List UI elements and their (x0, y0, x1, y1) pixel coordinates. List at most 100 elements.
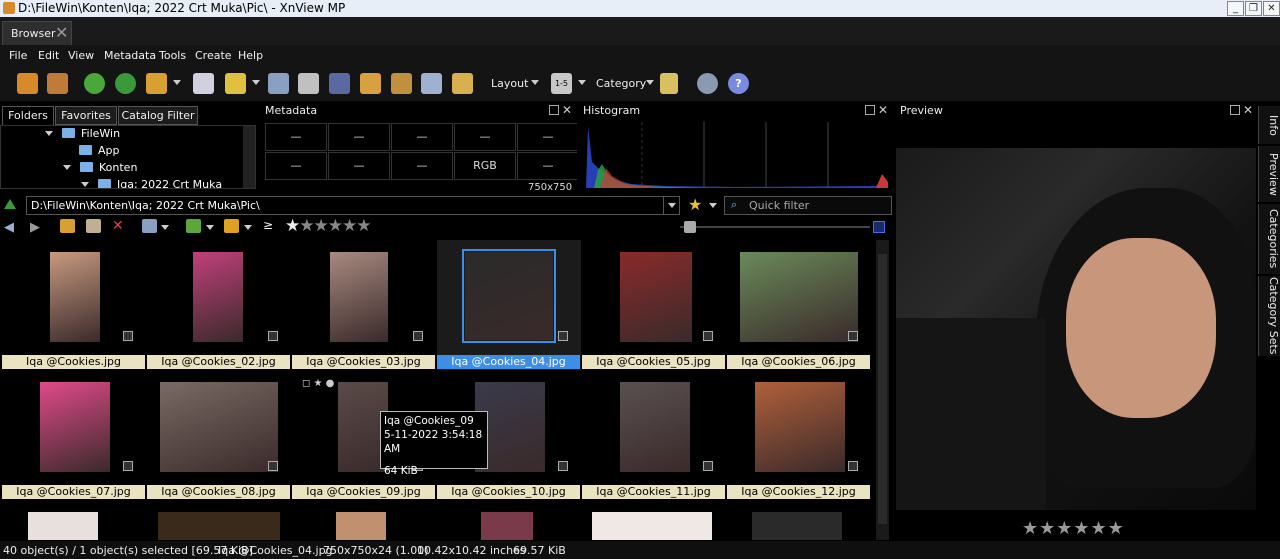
tag-icon[interactable] (146, 73, 167, 94)
folder-item[interactable]: Iqa; 2022 Crt Muka (81, 178, 222, 188)
sort-dropdown-icon[interactable] (206, 225, 214, 230)
move-icon[interactable] (360, 73, 381, 94)
go-up-icon[interactable] (4, 199, 16, 209)
menu-bar: File Edit View Metadata Tools Create Hel… (0, 45, 1280, 67)
tab-favorites[interactable]: Favorites (55, 106, 117, 125)
forward-icon[interactable]: ▶ (30, 220, 40, 235)
filter-dropdown-icon[interactable] (244, 225, 252, 230)
folder-item[interactable]: FileWin (45, 127, 120, 143)
layout-dropdown-icon[interactable] (531, 80, 539, 85)
folder-scrollbar[interactable] (243, 126, 255, 188)
edit-icon[interactable] (86, 219, 101, 233)
menu-help[interactable]: Help (238, 49, 263, 62)
thumbnail-item[interactable]: Iqa @Cookies_07.jpg (2, 370, 146, 500)
tooltip-name: Iqa @Cookies_09 (384, 415, 474, 427)
rotate-icon[interactable] (115, 73, 136, 94)
tab-browser[interactable]: Browser ✕ (2, 21, 72, 45)
thumbnail-hover-controls[interactable]: ◻ ★ ● (302, 378, 334, 389)
histogram-close-icon[interactable]: ✕ (878, 103, 888, 117)
pages-dropdown-icon[interactable] (578, 80, 586, 85)
thumbnail-item[interactable]: Iqa @Cookies_03.jpg (292, 240, 436, 370)
histogram-float-icon[interactable] (865, 105, 875, 115)
category-filter-icon[interactable] (660, 73, 678, 94)
zoom-slider-handle[interactable] (684, 221, 696, 233)
grid-scrollbar[interactable] (876, 240, 889, 540)
favorite-star-icon[interactable]: ★ (688, 195, 702, 214)
preview-image (896, 148, 1256, 510)
sort-icon[interactable] (186, 219, 201, 233)
fullscreen-icon[interactable] (47, 73, 68, 94)
menu-create[interactable]: Create (195, 49, 232, 62)
filter-icon[interactable] (224, 219, 239, 233)
thumbnail-item[interactable]: Iqa @Cookies_04.jpg (437, 240, 581, 370)
thumbnail-size-icon[interactable] (873, 221, 885, 233)
rating-gte-icon[interactable]: ≥ (263, 218, 273, 232)
scanner-icon[interactable] (329, 73, 350, 94)
layout-button[interactable]: Layout (491, 77, 528, 90)
convert-icon[interactable] (225, 73, 246, 94)
help-icon[interactable]: ? (728, 73, 749, 94)
category-dropdown-icon[interactable] (646, 80, 654, 85)
menu-edit[interactable]: Edit (38, 49, 59, 62)
metadata-close-icon[interactable]: ✕ (562, 103, 572, 117)
tag-dropdown-icon[interactable] (173, 80, 181, 85)
properties-icon[interactable] (193, 73, 214, 94)
metadata-float-icon[interactable] (549, 105, 559, 115)
open-folder-icon[interactable] (17, 73, 38, 94)
menu-metadata[interactable]: Metadata (104, 49, 156, 62)
new-folder-icon[interactable] (60, 219, 75, 233)
tab-folders[interactable]: Folders (2, 106, 54, 125)
thumbnail-item[interactable]: Iqa @Cookies_12.jpg (727, 370, 871, 500)
folder-item[interactable]: App (79, 144, 120, 160)
tab-catalog-filter[interactable]: Catalog Filter (118, 106, 198, 125)
minimize-button[interactable]: _ (1227, 1, 1244, 16)
thumbnail-item[interactable]: Iqa @Cookies_11.jpg (582, 370, 726, 500)
preview-float-icon[interactable] (1230, 105, 1240, 115)
back-icon[interactable]: ◀ (4, 220, 14, 235)
preview-rating[interactable]: ★★★★★★ (1022, 518, 1125, 539)
wallpaper-icon[interactable] (452, 73, 473, 94)
side-tab-preview[interactable]: Preview (1258, 146, 1280, 202)
view-mode-dropdown-icon[interactable] (161, 225, 169, 230)
metadata-cell: — (328, 123, 390, 151)
quick-filter-input[interactable]: ⌕ Quick filter (724, 196, 892, 215)
metadata-cell: RGB (454, 152, 516, 180)
settings-gear-icon[interactable] (697, 73, 718, 94)
side-tab-info[interactable]: Info (1258, 106, 1280, 144)
thumbnail-item[interactable]: Iqa @Cookies_05.jpg (582, 240, 726, 370)
preview-close-icon[interactable]: ✕ (1243, 103, 1253, 117)
thumbnail-item[interactable]: Iqa @Cookies.jpg (2, 240, 146, 370)
thumbnail-item[interactable]: Iqa @Cookies_08.jpg (147, 370, 291, 500)
refresh-icon[interactable] (84, 73, 105, 94)
side-tab-category-sets[interactable]: Category Sets (1258, 276, 1280, 356)
pages-icon[interactable]: 1-5 (551, 73, 572, 94)
maximize-button[interactable]: ❐ (1245, 1, 1262, 16)
path-input[interactable]: D:\FileWin\Konten\Iqa; 2022 Crt Muka\Pic… (26, 196, 680, 215)
delete-icon[interactable]: ✕ (112, 218, 124, 234)
menu-view[interactable]: View (68, 49, 94, 62)
print-icon[interactable] (298, 73, 319, 94)
menu-tools[interactable]: Tools (159, 49, 186, 62)
zoom-slider-track[interactable] (680, 226, 870, 228)
close-tab-icon[interactable]: ✕ (55, 23, 68, 42)
thumbnail-caption: Iqa @Cookies_03.jpg (292, 355, 435, 369)
thumbnail-item[interactable]: Iqa @Cookies_06.jpg (727, 240, 871, 370)
capture-icon[interactable] (421, 73, 442, 94)
lock-badge-icon (268, 331, 278, 341)
slideshow-icon[interactable] (391, 73, 412, 94)
thumbnail-image (592, 512, 712, 540)
side-tab-categories[interactable]: Categories (1258, 204, 1280, 274)
path-dropdown-icon[interactable] (663, 197, 680, 214)
folder-item[interactable]: Konten (63, 161, 137, 177)
thumbnail-image (193, 252, 243, 342)
histogram-title: Histogram (583, 104, 641, 117)
favorite-dropdown-icon[interactable] (709, 203, 717, 208)
close-window-button[interactable]: ✕ (1263, 1, 1280, 16)
binoculars-icon[interactable] (268, 73, 289, 94)
view-mode-icon[interactable] (142, 219, 157, 233)
menu-file[interactable]: File (9, 49, 27, 62)
rating-filter[interactable]: ★★★★★★ (285, 216, 371, 236)
thumbnail-item[interactable]: Iqa @Cookies_02.jpg (147, 240, 291, 370)
convert-dropdown-icon[interactable] (252, 80, 260, 85)
category-button[interactable]: Category (596, 77, 646, 90)
